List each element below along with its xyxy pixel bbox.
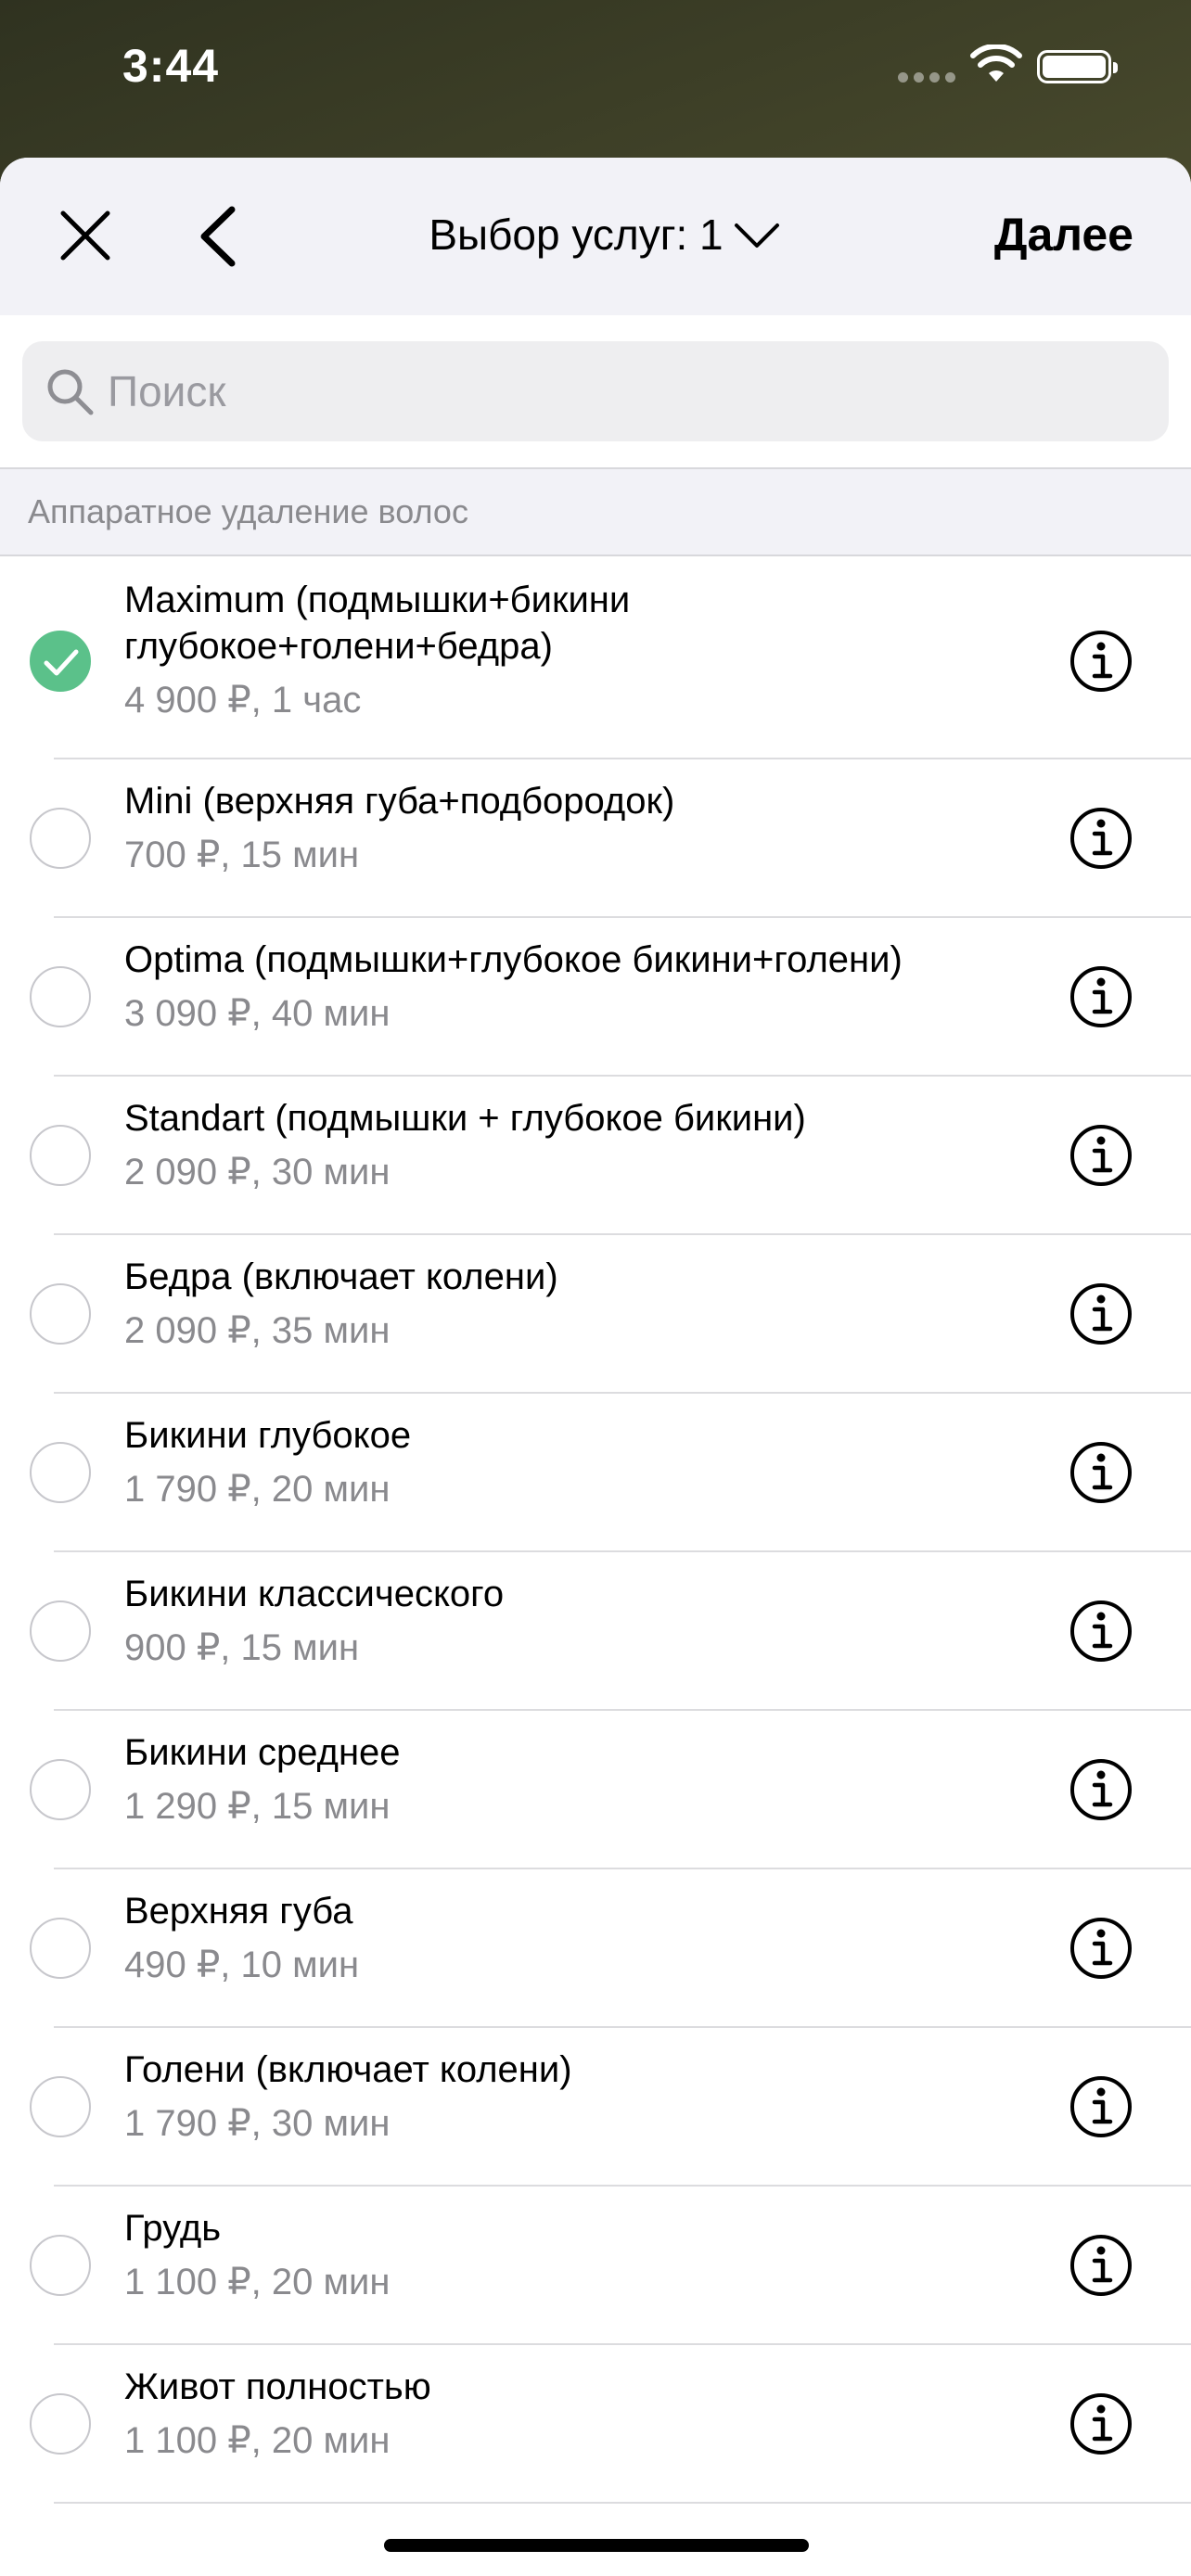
services-sheet: Выбор услуг: 1 Далее Аппаратное удаление… [0,158,1191,2576]
service-text: Бикини среднее 1 290 ₽, 15 мин [124,1729,1043,1830]
service-name: Mini (верхняя губа+подбородок) [124,781,675,822]
cellular-signal-icon [898,72,957,83]
info-icon[interactable] [1069,1757,1133,1822]
checkmark-icon [44,649,79,676]
info-icon[interactable] [1069,1123,1133,1188]
service-text: Живот полностью 1 100 ₽, 20 мин [124,2364,1043,2464]
service-price-duration: 2 090 ₽, 30 мин [124,1152,391,1192]
service-price-duration: 700 ₽, 15 мин [124,835,360,875]
select-radio[interactable] [30,1442,91,1503]
services-list: Maximum (подмышки+бикини глубокое+голени… [0,556,1191,2504]
select-radio[interactable] [30,808,91,869]
section-header: Аппаратное удаление волос [0,469,1191,556]
service-name: Бедра (включает колени) [124,1256,558,1297]
search-icon [47,369,94,415]
service-price-duration: 1 790 ₽, 30 мин [124,2103,391,2144]
info-icon[interactable] [1069,629,1133,694]
service-text: Бикини классического 900 ₽, 15 мин [124,1571,1043,1671]
service-name: Бикини среднее [124,1732,401,1773]
service-name: Бикини глубокое [124,1415,412,1456]
info-icon[interactable] [1069,2074,1133,2139]
service-name: Бикини классического [124,1574,505,1614]
battery-icon [1037,50,1118,83]
selected-checkmark[interactable] [30,631,91,692]
service-row[interactable]: Бикини глубокое 1 790 ₽, 20 мин [30,1394,1191,1552]
service-price-duration: 900 ₽, 15 мин [124,1627,360,1668]
service-row[interactable]: Голени (включает колени) 1 790 ₽, 30 мин [30,2028,1191,2187]
status-bar: 3:44 [0,0,1191,158]
service-price-duration: 4 900 ₽, 1 час [124,680,362,721]
wifi-icon [970,45,1022,82]
search-field[interactable] [22,341,1169,441]
info-icon[interactable] [1069,1599,1133,1664]
nav-title: Выбор услуг: 1 [429,210,724,259]
service-text: Голени (включает колени) 1 790 ₽, 30 мин [124,2047,1043,2147]
service-name: Грудь [124,2208,222,2249]
service-row[interactable]: Standart (подмышки + глубокое бикини) 2 0… [30,1077,1191,1235]
service-row[interactable]: Optima (подмышки+глубокое бикини+голени)… [30,918,1191,1077]
service-text: Бедра (включает колени) 2 090 ₽, 35 мин [124,1254,1043,1354]
service-row[interactable]: Живот полностью 1 100 ₽, 20 мин [30,2345,1191,2504]
service-row[interactable]: Бикини классического 900 ₽, 15 мин [30,1552,1191,1711]
select-radio[interactable] [30,2076,91,2137]
service-text: Mini (верхняя губа+подбородок) 700 ₽, 15 … [124,778,1043,878]
info-icon[interactable] [1069,1440,1133,1505]
screen: 3:44 Выбор услуг: 1 Далее Поиск Аппаратн… [0,0,1191,2576]
select-radio[interactable] [30,1283,91,1345]
nav-bar: Выбор услуг: 1 Далее [0,158,1191,315]
select-radio[interactable] [30,1125,91,1186]
service-row[interactable]: Mini (верхняя губа+подбородок) 700 ₽, 15 … [30,759,1191,918]
service-price-duration: 1 100 ₽, 20 мин [124,2262,391,2302]
service-row[interactable]: Верхняя губа 490 ₽, 10 мин [30,1869,1191,2028]
service-text: Optima (подмышки+глубокое бикини+голени)… [124,937,1043,1037]
service-text: Грудь 1 100 ₽, 20 мин [124,2205,1043,2305]
info-icon[interactable] [1069,964,1133,1029]
search-input[interactable] [108,366,1169,416]
service-name: Maximum (подмышки+бикини глубокое+голени… [124,580,631,667]
chevron-down-icon [734,223,779,248]
service-name: Голени (включает колени) [124,2049,572,2090]
service-price-duration: 3 090 ₽, 40 мин [124,993,391,1034]
status-time: 3:44 [122,40,220,92]
info-icon[interactable] [1069,1282,1133,1346]
service-text: Standart (подмышки + глубокое бикини) 2 0… [124,1095,1043,1195]
service-text: Бикини глубокое 1 790 ₽, 20 мин [124,1412,1043,1512]
home-indicator [384,2539,809,2552]
info-icon[interactable] [1069,806,1133,871]
service-price-duration: 1 290 ₽, 15 мин [124,1786,391,1827]
service-row[interactable]: Бикини среднее 1 290 ₽, 15 мин [30,1711,1191,1869]
service-price-duration: 2 090 ₽, 35 мин [124,1310,391,1351]
service-row[interactable]: Maximum (подмышки+бикини глубокое+голени… [30,556,1191,759]
service-text: Верхняя губа 490 ₽, 10 мин [124,1888,1043,1988]
service-name: Верхняя губа [124,1891,353,1932]
info-icon[interactable] [1069,2233,1133,2298]
service-name: Optima (подмышки+глубокое бикини+голени) [124,939,903,980]
select-radio[interactable] [30,1918,91,1979]
service-row[interactable]: Бедра (включает колени) 2 090 ₽, 35 мин [30,1235,1191,1394]
select-radio[interactable] [30,2235,91,2296]
next-button[interactable]: Далее [994,208,1133,261]
select-radio[interactable] [30,1600,91,1662]
select-radio[interactable] [30,2393,91,2455]
service-price-duration: 1 100 ₽, 20 мин [124,2420,391,2461]
search-bar [0,315,1191,469]
service-text: Maximum (подмышки+бикини глубокое+голени… [124,577,1043,723]
info-icon[interactable] [1069,2391,1133,2456]
info-icon[interactable] [1069,1916,1133,1981]
select-radio[interactable] [30,966,91,1027]
service-name: Standart (подмышки + глубокое бикини) [124,1098,806,1139]
select-radio[interactable] [30,1759,91,1820]
service-row[interactable]: Грудь 1 100 ₽, 20 мин [30,2187,1191,2345]
service-name: Живот полностью [124,2366,431,2407]
service-price-duration: 490 ₽, 10 мин [124,1945,360,1985]
service-price-duration: 1 790 ₽, 20 мин [124,1469,391,1510]
